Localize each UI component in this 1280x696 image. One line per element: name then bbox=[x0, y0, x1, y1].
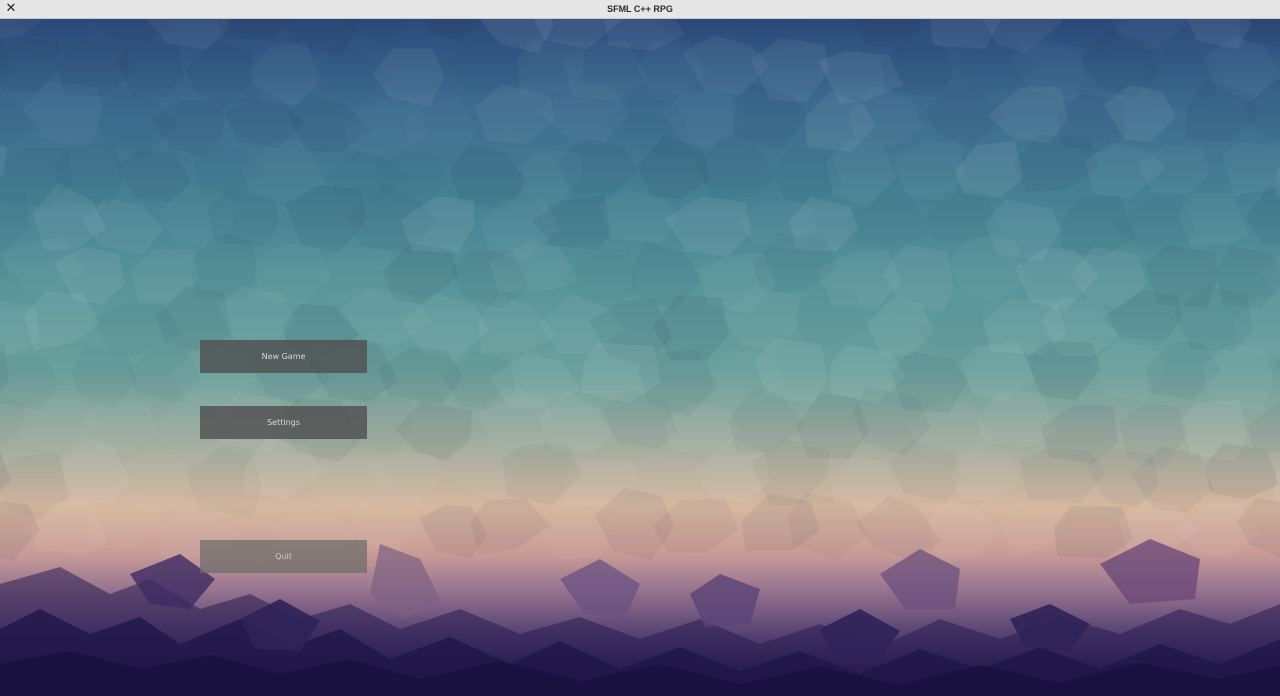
low-poly-background bbox=[0, 19, 1280, 696]
background-shard bbox=[0, 91, 35, 147]
background-shard bbox=[880, 39, 953, 99]
close-icon[interactable]: ✕ bbox=[4, 1, 18, 17]
settings-button[interactable]: Settings bbox=[200, 406, 367, 439]
background-shard bbox=[215, 19, 293, 41]
quit-button[interactable]: Quit bbox=[200, 540, 367, 573]
background-shard bbox=[664, 196, 752, 257]
background-shard bbox=[1178, 192, 1250, 246]
background-shard bbox=[930, 498, 1001, 562]
background-shard bbox=[470, 497, 551, 555]
background-shard bbox=[949, 236, 1027, 301]
new-game-button[interactable]: New Game bbox=[200, 340, 367, 373]
background-shard bbox=[955, 140, 1024, 198]
game-window: SFML C++ RPG ✕ New Game Settings Quit bbox=[0, 0, 1280, 696]
main-menu-background: New Game Settings Quit bbox=[0, 19, 1280, 696]
background-shard bbox=[115, 150, 191, 202]
background-shard bbox=[556, 138, 639, 196]
background-shard bbox=[1245, 187, 1280, 245]
background-shard bbox=[1236, 498, 1280, 559]
title-bar: SFML C++ RPG ✕ bbox=[0, 0, 1280, 19]
background-shard bbox=[987, 86, 1068, 143]
background-shards bbox=[0, 19, 1280, 562]
background-shard bbox=[653, 498, 739, 553]
window-title: SFML C++ RPG bbox=[607, 4, 673, 14]
background-shard bbox=[116, 41, 184, 97]
